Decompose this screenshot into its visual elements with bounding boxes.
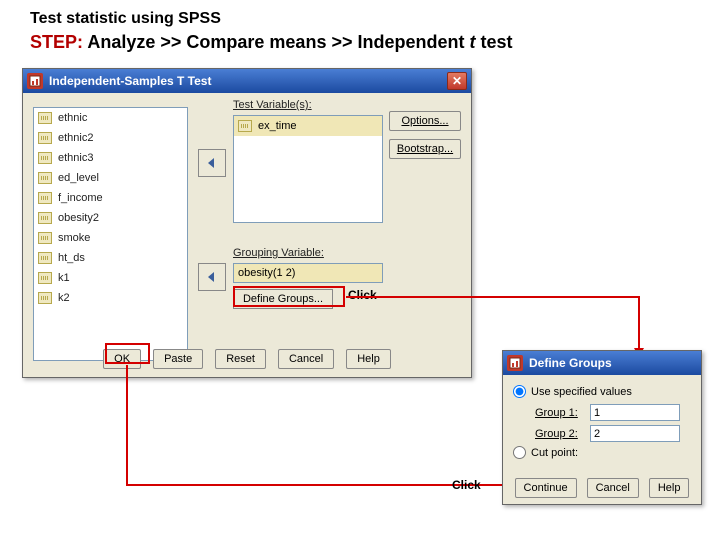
step-prefix: STEP: [30,32,87,52]
scale-icon [38,292,52,304]
list-item[interactable]: ethnic2 [34,128,187,148]
annotation-arrow [126,365,128,485]
step-text: Analyze >> Compare means >> Independent [87,32,469,52]
scale-icon [38,212,52,224]
continue-button[interactable]: Continue [515,478,577,498]
var-label: ethnic [58,112,87,124]
list-item[interactable]: smoke [34,228,187,248]
var-label: f_income [58,192,103,204]
var-label: k2 [58,292,70,304]
source-variable-list[interactable]: ethnic ethnic2 ethnic3 ed_level f_income… [33,107,188,361]
slide-step: STEP: Analyze >> Compare means >> Indepe… [30,32,513,53]
var-label: ht_ds [58,252,85,264]
annotation-click-label: Click [348,288,377,302]
var-label: obesity2 [58,212,99,224]
define-groups-button[interactable]: Define Groups... [233,289,333,309]
list-item[interactable]: ed_level [34,168,187,188]
grouping-variable-field[interactable]: obesity(1 2) [233,263,383,283]
options-button[interactable]: Options... [389,111,461,131]
bootstrap-button[interactable]: Bootstrap... [389,139,461,159]
list-item[interactable]: ex_time [234,116,382,136]
list-item[interactable]: k1 [34,268,187,288]
group2-input[interactable] [590,425,680,442]
move-to-grouping-variable-button[interactable] [198,263,226,291]
dialog-title: Independent-Samples T Test [49,74,211,88]
app-icon [27,73,43,89]
radio-label: Cut point: [531,447,578,459]
group2-label: Group 2: [535,428,590,440]
scale-icon [38,252,52,264]
radio-input[interactable] [513,385,526,398]
close-icon[interactable]: ✕ [447,72,467,90]
arrow-left-icon [205,270,219,284]
list-item[interactable]: ethnic [34,108,187,128]
group1-input[interactable] [590,404,680,421]
var-label: k1 [58,272,70,284]
test-variables-list[interactable]: ex_time [233,115,383,223]
arrow-left-icon [205,156,219,170]
independent-samples-ttest-dialog: Independent-Samples T Test ✕ ethnic ethn… [22,68,472,378]
list-item[interactable]: k2 [34,288,187,308]
scale-icon [38,192,52,204]
annotation-click-label: Click [452,478,481,492]
list-item[interactable]: f_income [34,188,187,208]
step-tail: test [475,32,512,52]
var-label: ethnic3 [58,152,93,164]
scale-icon [38,272,52,284]
list-item[interactable]: ethnic3 [34,148,187,168]
move-to-test-variables-button[interactable] [198,149,226,177]
var-label: ex_time [258,120,297,132]
ok-button[interactable]: OK [103,349,141,369]
scale-icon [38,152,52,164]
cancel-button[interactable]: Cancel [587,478,639,498]
annotation-arrow [638,296,640,349]
scale-icon [38,172,52,184]
var-label: ethnic2 [58,132,93,144]
annotation-arrow [346,296,640,298]
var-label: smoke [58,232,90,244]
help-button[interactable]: Help [346,349,391,369]
scale-icon [238,120,252,132]
list-item[interactable]: ht_ds [34,248,187,268]
paste-button[interactable]: Paste [153,349,203,369]
list-item[interactable]: obesity2 [34,208,187,228]
help-button[interactable]: Help [649,478,690,498]
radio-label: Use specified values [531,386,632,398]
scale-icon [38,132,52,144]
scale-icon [38,232,52,244]
scale-icon [38,112,52,124]
slide-title: Test statistic using SPSS [30,10,221,28]
group1-label: Group 1: [535,407,590,419]
define-groups-dialog: Define Groups Use specified values Group… [502,350,702,505]
dialog-title: Define Groups [529,356,612,370]
radio-input[interactable] [513,446,526,459]
use-specified-values-radio[interactable]: Use specified values [513,385,691,398]
dialog-titlebar: Independent-Samples T Test ✕ [23,69,471,93]
dialog-titlebar: Define Groups [503,351,701,375]
cancel-button[interactable]: Cancel [278,349,334,369]
test-variables-label: Test Variable(s): [233,99,312,111]
grouping-variable-value: obesity(1 2) [238,267,295,279]
cut-point-radio[interactable]: Cut point: [513,446,691,459]
reset-button[interactable]: Reset [215,349,266,369]
app-icon [507,355,523,371]
var-label: ed_level [58,172,99,184]
grouping-variable-label: Grouping Variable: [233,247,324,259]
